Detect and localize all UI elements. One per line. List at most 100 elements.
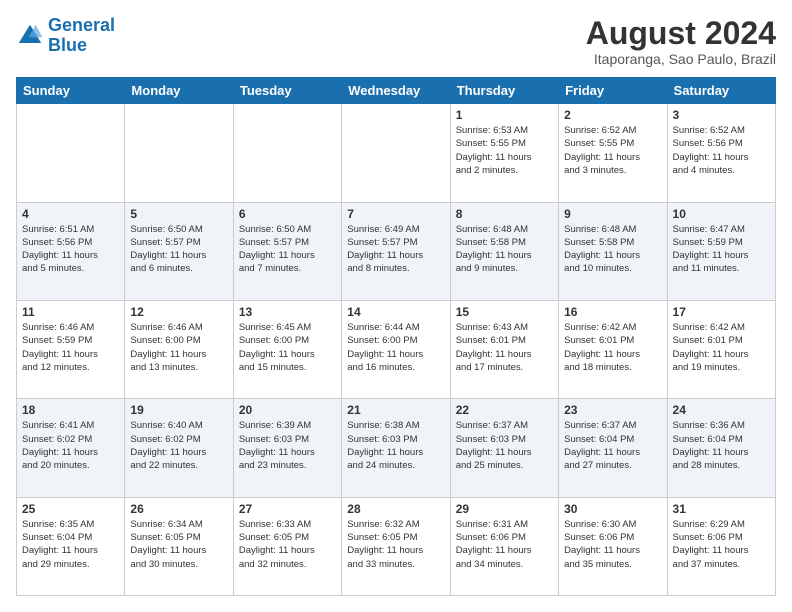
table-row: 10 Sunrise: 6:47 AM Sunset: 5:59 PM Dayli… (667, 202, 775, 300)
table-row: 25 Sunrise: 6:35 AM Sunset: 6:04 PM Dayli… (17, 497, 125, 595)
table-row: 15 Sunrise: 6:43 AM Sunset: 6:01 PM Dayli… (450, 300, 558, 398)
day-number: 10 (673, 207, 770, 221)
day-number: 14 (347, 305, 444, 319)
table-row: 7Sunrise: 6:49 AM Sunset: 5:57 PM Daylig… (342, 202, 450, 300)
day-info: Sunrise: 6:50 AM Sunset: 5:57 PM Dayligh… (130, 223, 227, 276)
table-row (17, 104, 125, 202)
day-number: 24 (673, 403, 770, 417)
table-row: 6 Sunrise: 6:50 AM Sunset: 5:57 PM Daylig… (233, 202, 341, 300)
day-number: 30 (564, 502, 661, 516)
day-info: Sunrise: 6:48 AM Sunset: 5:58 PM Dayligh… (456, 223, 553, 276)
logo-icon (16, 22, 44, 50)
day-info: Sunrise: 6:37 AM Sunset: 6:03 PM Dayligh… (456, 419, 553, 472)
day-number: 28 (347, 502, 444, 516)
day-info: Sunrise: 6:42 AM Sunset: 6:01 PM Dayligh… (564, 321, 661, 374)
day-info: Sunrise: 6:43 AM Sunset: 6:01 PM Dayligh… (456, 321, 553, 374)
day-number: 21 (347, 403, 444, 417)
day-number: 9 (564, 207, 661, 221)
table-row: 29Sunrise: 6:31 AM Sunset: 6:06 PM Dayli… (450, 497, 558, 595)
col-monday: Monday (125, 78, 233, 104)
day-info: Sunrise: 6:51 AM Sunset: 5:56 PM Dayligh… (22, 223, 119, 276)
table-row: 9 Sunrise: 6:48 AM Sunset: 5:58 PM Daylig… (559, 202, 667, 300)
day-number: 6 (239, 207, 336, 221)
day-info: Sunrise: 6:53 AM Sunset: 5:55 PM Dayligh… (456, 124, 553, 177)
day-info: Sunrise: 6:34 AM Sunset: 6:05 PM Dayligh… (130, 518, 227, 571)
logo: General Blue (16, 16, 115, 56)
col-thursday: Thursday (450, 78, 558, 104)
header: General Blue August 2024 Itaporanga, Sao… (16, 16, 776, 67)
table-row: 1 Sunrise: 6:53 AM Sunset: 5:55 PM Daylig… (450, 104, 558, 202)
day-info: Sunrise: 6:32 AM Sunset: 6:05 PM Dayligh… (347, 518, 444, 571)
col-tuesday: Tuesday (233, 78, 341, 104)
day-info: Sunrise: 6:35 AM Sunset: 6:04 PM Dayligh… (22, 518, 119, 571)
day-info: Sunrise: 6:40 AM Sunset: 6:02 PM Dayligh… (130, 419, 227, 472)
table-row: 4 Sunrise: 6:51 AM Sunset: 5:56 PM Daylig… (17, 202, 125, 300)
day-info: Sunrise: 6:29 AM Sunset: 6:06 PM Dayligh… (673, 518, 770, 571)
day-number: 12 (130, 305, 227, 319)
day-number: 23 (564, 403, 661, 417)
table-row: 31 Sunrise: 6:29 AM Sunset: 6:06 PM Dayli… (667, 497, 775, 595)
day-number: 1 (456, 108, 553, 122)
day-info: Sunrise: 6:38 AM Sunset: 6:03 PM Dayligh… (347, 419, 444, 472)
day-info: Sunrise: 6:52 AM Sunset: 5:55 PM Dayligh… (564, 124, 661, 177)
table-row: 30 Sunrise: 6:30 AM Sunset: 6:06 PM Dayli… (559, 497, 667, 595)
day-info: Sunrise: 6:50 AM Sunset: 5:57 PM Dayligh… (239, 223, 336, 276)
day-info: Sunrise: 6:52 AM Sunset: 5:56 PM Dayligh… (673, 124, 770, 177)
week-row-2: 4 Sunrise: 6:51 AM Sunset: 5:56 PM Daylig… (17, 202, 776, 300)
day-number: 17 (673, 305, 770, 319)
table-row: 14Sunrise: 6:44 AM Sunset: 6:00 PM Dayli… (342, 300, 450, 398)
table-row: 13Sunrise: 6:45 AM Sunset: 6:00 PM Dayli… (233, 300, 341, 398)
week-row-3: 11 Sunrise: 6:46 AM Sunset: 5:59 PM Dayli… (17, 300, 776, 398)
day-number: 22 (456, 403, 553, 417)
table-row: 24Sunrise: 6:36 AM Sunset: 6:04 PM Dayli… (667, 399, 775, 497)
week-row-5: 25 Sunrise: 6:35 AM Sunset: 6:04 PM Dayli… (17, 497, 776, 595)
table-row: 5 Sunrise: 6:50 AM Sunset: 5:57 PM Daylig… (125, 202, 233, 300)
table-row: 20 Sunrise: 6:39 AM Sunset: 6:03 PM Dayli… (233, 399, 341, 497)
col-sunday: Sunday (17, 78, 125, 104)
day-info: Sunrise: 6:46 AM Sunset: 5:59 PM Dayligh… (22, 321, 119, 374)
day-info: Sunrise: 6:30 AM Sunset: 6:06 PM Dayligh… (564, 518, 661, 571)
day-number: 15 (456, 305, 553, 319)
location: Itaporanga, Sao Paulo, Brazil (586, 51, 776, 67)
col-saturday: Saturday (667, 78, 775, 104)
day-info: Sunrise: 6:41 AM Sunset: 6:02 PM Dayligh… (22, 419, 119, 472)
day-number: 20 (239, 403, 336, 417)
day-number: 25 (22, 502, 119, 516)
day-info: Sunrise: 6:31 AM Sunset: 6:06 PM Dayligh… (456, 518, 553, 571)
day-number: 26 (130, 502, 227, 516)
calendar-table: Sunday Monday Tuesday Wednesday Thursday… (16, 77, 776, 596)
table-row: 18 Sunrise: 6:41 AM Sunset: 6:02 PM Dayli… (17, 399, 125, 497)
table-row: 21 Sunrise: 6:38 AM Sunset: 6:03 PM Dayli… (342, 399, 450, 497)
day-info: Sunrise: 6:39 AM Sunset: 6:03 PM Dayligh… (239, 419, 336, 472)
title-block: August 2024 Itaporanga, Sao Paulo, Brazi… (586, 16, 776, 67)
day-info: Sunrise: 6:46 AM Sunset: 6:00 PM Dayligh… (130, 321, 227, 374)
col-wednesday: Wednesday (342, 78, 450, 104)
table-row: 23Sunrise: 6:37 AM Sunset: 6:04 PM Dayli… (559, 399, 667, 497)
day-number: 5 (130, 207, 227, 221)
month-title: August 2024 (586, 16, 776, 51)
col-friday: Friday (559, 78, 667, 104)
logo-line2: Blue (48, 35, 87, 55)
day-number: 4 (22, 207, 119, 221)
table-row: 26 Sunrise: 6:34 AM Sunset: 6:05 PM Dayli… (125, 497, 233, 595)
calendar-header-row: Sunday Monday Tuesday Wednesday Thursday… (17, 78, 776, 104)
day-number: 31 (673, 502, 770, 516)
table-row: 22 Sunrise: 6:37 AM Sunset: 6:03 PM Dayli… (450, 399, 558, 497)
logo-line1: General (48, 15, 115, 35)
day-number: 16 (564, 305, 661, 319)
day-info: Sunrise: 6:42 AM Sunset: 6:01 PM Dayligh… (673, 321, 770, 374)
table-row: 17 Sunrise: 6:42 AM Sunset: 6:01 PM Dayli… (667, 300, 775, 398)
day-number: 11 (22, 305, 119, 319)
day-info: Sunrise: 6:48 AM Sunset: 5:58 PM Dayligh… (564, 223, 661, 276)
table-row: 2Sunrise: 6:52 AM Sunset: 5:55 PM Daylig… (559, 104, 667, 202)
table-row: 16 Sunrise: 6:42 AM Sunset: 6:01 PM Dayli… (559, 300, 667, 398)
day-number: 18 (22, 403, 119, 417)
table-row: 3 Sunrise: 6:52 AM Sunset: 5:56 PM Daylig… (667, 104, 775, 202)
day-info: Sunrise: 6:33 AM Sunset: 6:05 PM Dayligh… (239, 518, 336, 571)
day-info: Sunrise: 6:47 AM Sunset: 5:59 PM Dayligh… (673, 223, 770, 276)
table-row: 8Sunrise: 6:48 AM Sunset: 5:58 PM Daylig… (450, 202, 558, 300)
week-row-4: 18 Sunrise: 6:41 AM Sunset: 6:02 PM Dayli… (17, 399, 776, 497)
week-row-1: 1 Sunrise: 6:53 AM Sunset: 5:55 PM Daylig… (17, 104, 776, 202)
day-number: 3 (673, 108, 770, 122)
day-number: 27 (239, 502, 336, 516)
